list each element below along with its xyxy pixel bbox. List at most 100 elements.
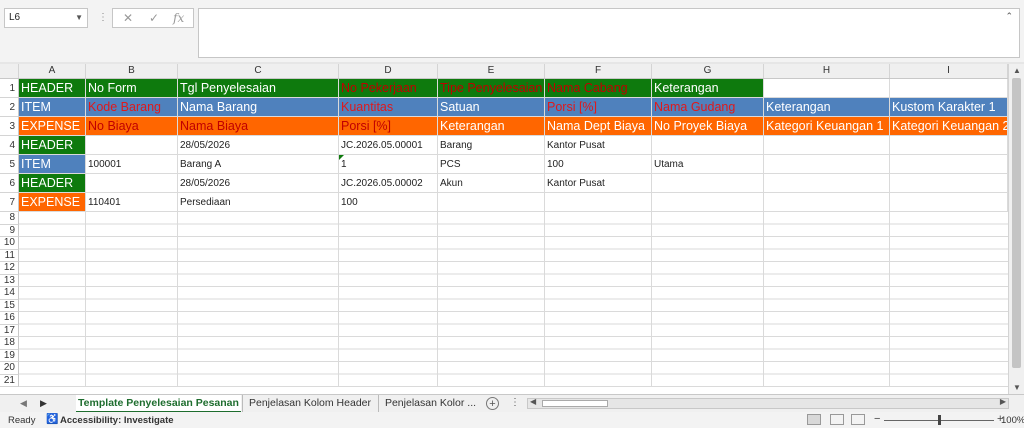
prev-sheet-icon[interactable]: ◀	[20, 398, 27, 409]
row-header[interactable]: 15	[0, 299, 19, 312]
cell-e5[interactable]: PCS	[438, 155, 545, 174]
formula-input[interactable]: ⌃	[198, 8, 1020, 58]
cell-i4[interactable]	[890, 136, 1008, 155]
row-header[interactable]: 13	[0, 274, 19, 287]
row-header[interactable]: 12	[0, 262, 19, 275]
cell-i7[interactable]	[890, 193, 1008, 212]
vertical-scroll-thumb[interactable]	[1012, 78, 1021, 368]
sheet-tab-template[interactable]: Template Penyelesaian Pesanan	[76, 395, 241, 413]
cell-d2[interactable]: Kuantitas	[339, 98, 438, 117]
cell-d5[interactable]: 1	[339, 155, 438, 174]
cell-a1[interactable]: HEADER	[19, 79, 86, 98]
cell-i6[interactable]	[890, 174, 1008, 193]
column-header-a[interactable]: A	[19, 64, 86, 78]
sheet-tab-column-explanation[interactable]: Penjelasan Kolor ...	[378, 395, 482, 413]
cell-d3[interactable]: Porsi [%]	[339, 117, 438, 136]
cell-b5[interactable]: 100001	[86, 155, 178, 174]
enter-icon[interactable]: ✓	[149, 11, 159, 25]
cell-f3[interactable]: Nama Dept Biaya	[545, 117, 652, 136]
cell-h7[interactable]	[764, 193, 890, 212]
cell-d1[interactable]: No Pekerjaan	[339, 79, 438, 98]
row-header[interactable]: 7	[0, 193, 19, 212]
insert-function-icon[interactable]: fx	[173, 11, 184, 25]
column-header-b[interactable]: B	[86, 64, 178, 78]
cell-b4[interactable]	[86, 136, 178, 155]
column-header-e[interactable]: E	[438, 64, 545, 78]
cell-e7[interactable]	[438, 193, 545, 212]
cell-f4[interactable]: Kantor Pusat	[545, 136, 652, 155]
scroll-up-icon[interactable]: ▲	[1013, 66, 1021, 75]
cell-f7[interactable]	[545, 193, 652, 212]
scroll-down-icon[interactable]: ▼	[1013, 383, 1021, 392]
cell-a7[interactable]: EXPENSE	[19, 193, 86, 212]
cell-i3[interactable]: Kategori Keuangan 2	[890, 117, 1008, 136]
cell-g7[interactable]	[652, 193, 764, 212]
zoom-slider-thumb[interactable]	[938, 415, 941, 425]
cell-b2[interactable]: Kode Barang	[86, 98, 178, 117]
cell-a4[interactable]: HEADER	[19, 136, 86, 155]
row-header[interactable]: 17	[0, 324, 19, 337]
normal-view-icon[interactable]	[807, 414, 821, 425]
next-sheet-icon[interactable]: ▶	[40, 398, 47, 409]
cell-b1[interactable]: No Form	[86, 79, 178, 98]
add-sheet-icon[interactable]: +	[486, 397, 499, 410]
cell-a3[interactable]: EXPENSE	[19, 117, 86, 136]
zoom-out-icon[interactable]: −	[874, 413, 880, 425]
cell-c6[interactable]: 28/05/2026	[178, 174, 339, 193]
scroll-left-icon[interactable]: ◀	[530, 397, 536, 406]
row-header[interactable]: 3	[0, 117, 19, 136]
cell-f1[interactable]: Nama Cabang	[545, 79, 652, 98]
more-options-icon[interactable]: ⋮	[510, 397, 520, 408]
row-header[interactable]: 20	[0, 362, 19, 375]
cell-d4[interactable]: JC.2026.05.00001	[339, 136, 438, 155]
column-header-c[interactable]: C	[178, 64, 339, 78]
cell-c4[interactable]: 28/05/2026	[178, 136, 339, 155]
row-header[interactable]: 14	[0, 287, 19, 300]
vertical-scrollbar[interactable]: ▲ ▼	[1008, 64, 1024, 394]
chevron-up-icon[interactable]: ⌃	[1005, 11, 1013, 22]
row-header[interactable]: 18	[0, 337, 19, 350]
row-header[interactable]: 8	[0, 212, 19, 225]
row-header[interactable]: 2	[0, 98, 19, 117]
row-header[interactable]: 10	[0, 237, 19, 250]
cell-h5[interactable]	[764, 155, 890, 174]
cell-i2[interactable]: Kustom Karakter 1	[890, 98, 1008, 117]
sheet-tab-header-explanation[interactable]: Penjelasan Kolom Header	[242, 395, 377, 413]
scroll-right-icon[interactable]: ▶	[1000, 397, 1006, 406]
empty-rows[interactable]	[19, 212, 1008, 387]
cell-c3[interactable]: Nama Biaya	[178, 117, 339, 136]
cell-c2[interactable]: Nama Barang	[178, 98, 339, 117]
column-header-f[interactable]: F	[545, 64, 652, 78]
cell-i1[interactable]	[890, 79, 1008, 98]
column-header-h[interactable]: H	[764, 64, 890, 78]
cell-e2[interactable]: Satuan	[438, 98, 545, 117]
accessibility-status[interactable]: Accessibility: Investigate	[60, 415, 174, 426]
cell-g5[interactable]: Utama	[652, 155, 764, 174]
cell-h6[interactable]	[764, 174, 890, 193]
cell-c1[interactable]: Tgl Penyelesaian	[178, 79, 339, 98]
horizontal-scroll-thumb[interactable]	[542, 400, 608, 407]
cancel-icon[interactable]: ✕	[123, 11, 133, 25]
chevron-down-icon[interactable]: ▼	[75, 9, 83, 27]
cell-e1[interactable]: Tipe Penyelesaian	[438, 79, 545, 98]
column-header-i[interactable]: I	[890, 64, 1008, 78]
cell-h3[interactable]: Kategori Keuangan 1	[764, 117, 890, 136]
cell-b6[interactable]	[86, 174, 178, 193]
row-header[interactable]: 16	[0, 312, 19, 325]
cell-f2[interactable]: Porsi [%]	[545, 98, 652, 117]
cell-h4[interactable]	[764, 136, 890, 155]
cell-f5[interactable]: 100	[545, 155, 652, 174]
cell-a2[interactable]: ITEM	[19, 98, 86, 117]
cell-h2[interactable]: Keterangan	[764, 98, 890, 117]
cell-a5[interactable]: ITEM	[19, 155, 86, 174]
cell-c7[interactable]: Persediaan	[178, 193, 339, 212]
horizontal-scrollbar[interactable]: ◀ ▶	[527, 397, 1009, 409]
cell-g4[interactable]	[652, 136, 764, 155]
page-break-view-icon[interactable]	[851, 414, 865, 425]
cell-g2[interactable]: Nama Gudang	[652, 98, 764, 117]
row-header[interactable]: 11	[0, 249, 19, 262]
cell-e6[interactable]: Akun	[438, 174, 545, 193]
cell-h1[interactable]	[764, 79, 890, 98]
cell-g1[interactable]: Keterangan	[652, 79, 764, 98]
cell-c5[interactable]: Barang A	[178, 155, 339, 174]
